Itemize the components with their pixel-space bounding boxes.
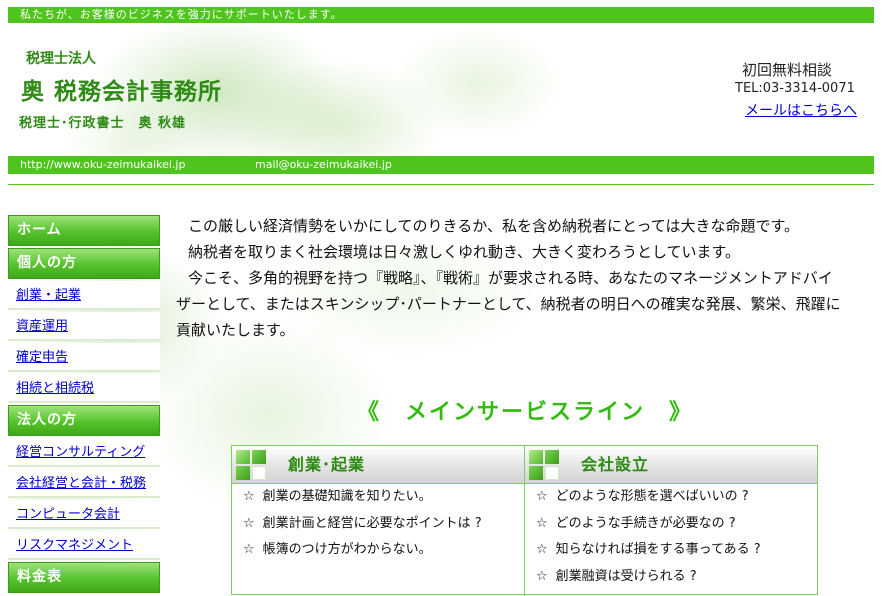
corp-type-label: 税理士法人 (26, 51, 96, 67)
list-item: ☆ 創業の基礎知識を知りたい。 (243, 489, 432, 504)
site-url: http://www.oku-zeimukaikei.jp (20, 158, 186, 171)
list-item: ☆ 創業融資は受けられる ? (536, 568, 697, 584)
star-icon: ☆ (243, 515, 255, 531)
phone-number: TEL:03-3314-0071 (735, 81, 855, 96)
firm-name: 奥 税務会計事務所 (21, 78, 223, 105)
mail-link[interactable]: メールはこちらへ (745, 100, 857, 120)
free-consult-label: 初回無料相談 (742, 61, 833, 79)
nav-link-accounting[interactable]: 会社経営と会計・税務 (16, 476, 146, 491)
sidebar-nav: ホーム 個人の方 創業・起業 資産運用 確定申告 相続と相続税 法人の方 経営コ… (8, 215, 160, 595)
intro-line-4: ザーとして、またはスキンシップ･パートナーとして、納税者の明日への確実な発展、繁… (176, 295, 841, 313)
service-header-incorporation[interactable]: 会社設立 (525, 446, 817, 484)
question-list-incorporation: ☆ どのような形態を選べばいいの ? ☆ どのような手続きが必要なの ? ☆ 知らなけ… (525, 484, 817, 590)
green-block-icon (236, 466, 250, 480)
nav-item-computer-accounting: コンピュータ会計 (8, 500, 160, 529)
site-mail: mail@oku-zeimukaikei.jp (255, 158, 392, 171)
green-block-icon (545, 450, 559, 464)
star-icon: ☆ (243, 542, 255, 557)
nav-item-consulting: 経営コンサルティング (8, 438, 160, 467)
white-block-icon (545, 466, 559, 480)
star-icon: ☆ (536, 515, 548, 531)
nav-item-startup: 創業・起業 (8, 281, 160, 310)
tagline-text: 私たちが、お客様のビジネスを強力にサポートいたします。 (20, 8, 343, 21)
service-label-startup: 創業･起業 (288, 455, 366, 474)
list-item: ☆ 帳簿のつけ方がわからない。 (243, 542, 432, 557)
list-item: ☆ どのような形態を選べばいいの ? (536, 489, 749, 504)
header-divider (8, 184, 874, 185)
nav-link-consulting[interactable]: 経営コンサルティング (16, 445, 145, 460)
green-block-icon (529, 450, 543, 464)
question-list-startup: ☆ 創業の基礎知識を知りたい。 ☆ 創業計画と経営に必要なポイントは ? ☆ 帳簿のつ… (232, 484, 524, 564)
nav-item-inheritance: 相続と相続税 (8, 374, 160, 403)
star-icon: ☆ (536, 568, 548, 584)
nav-link-tax-return[interactable]: 確定申告 (16, 350, 68, 365)
green-block-icon (236, 450, 250, 464)
nav-home[interactable]: ホーム (8, 215, 160, 246)
service-header-startup[interactable]: 創業･起業 (232, 446, 524, 484)
intro-line-2: 納税者を取りまく社会環境は日々激しくゆれ動き、大きく変わろうとしています。 (188, 243, 741, 261)
star-icon: ☆ (536, 542, 548, 557)
intro-text: この厳しい経済情勢をいかにしてのりきるか、私を含め納税者にとっては大きな命題です… (176, 213, 871, 343)
nav-item-tax-return: 確定申告 (8, 343, 160, 372)
list-item: ☆ 知らなければ損をする事ってある ? (536, 542, 761, 557)
nav-link-startup[interactable]: 創業・起業 (16, 288, 81, 303)
nav-link-inheritance[interactable]: 相続と相続税 (16, 381, 94, 396)
nav-link-asset[interactable]: 資産運用 (16, 319, 68, 334)
nav-link-computer-accounting[interactable]: コンピュータ会計 (16, 507, 120, 522)
nav-section-fees[interactable]: 料金表 (8, 562, 160, 593)
service-column-incorporation: 会社設立 ☆ どのような形態を選べばいいの ? ☆ どのような手続きが必要なの ? … (525, 446, 817, 596)
nav-section-corporate[interactable]: 法人の方 (8, 405, 160, 436)
services-title: 《 メインサービスライン 》 (357, 400, 694, 425)
green-block-icon (252, 450, 266, 464)
url-bar: http://www.oku-zeimukaikei.jp mail@oku-z… (8, 156, 874, 174)
representative-name: 税理士･行政書士 奥 秋雄 (19, 116, 187, 131)
tagline-bar: 私たちが、お客様のビジネスを強力にサポートいたします。 (8, 7, 874, 23)
nav-section-individual[interactable]: 個人の方 (8, 248, 160, 279)
service-label-incorporation: 会社設立 (581, 455, 650, 474)
intro-line-1: この厳しい経済情勢をいかにしてのりきるか、私を含め納税者にとっては大きな命題です… (188, 217, 799, 235)
intro-line-5: 貢献いたします。 (176, 321, 295, 339)
service-column-startup: 創業･起業 ☆ 創業の基礎知識を知りたい。 ☆ 創業計画と経営に必要なポイントは ?… (232, 446, 525, 596)
star-icon: ☆ (243, 489, 255, 504)
services-table: 創業･起業 ☆ 創業の基礎知識を知りたい。 ☆ 創業計画と経営に必要なポイントは ?… (231, 445, 818, 596)
nav-link-risk[interactable]: リスクマネジメント (16, 538, 133, 553)
list-item: ☆ 創業計画と経営に必要なポイントは ? (243, 515, 482, 531)
star-icon: ☆ (536, 489, 548, 504)
list-item: ☆ どのような手続きが必要なの ? (536, 515, 736, 531)
nav-item-risk: リスクマネジメント (8, 531, 160, 560)
nav-item-accounting: 会社経営と会計・税務 (8, 469, 160, 498)
green-block-icon (529, 466, 543, 480)
nav-item-asset: 資産運用 (8, 312, 160, 341)
intro-line-3: 今こそ、多角的視野を持つ『戦略』、『戦術』が要求される時、あなたのマネージメント… (188, 269, 833, 287)
white-block-icon (252, 466, 266, 480)
